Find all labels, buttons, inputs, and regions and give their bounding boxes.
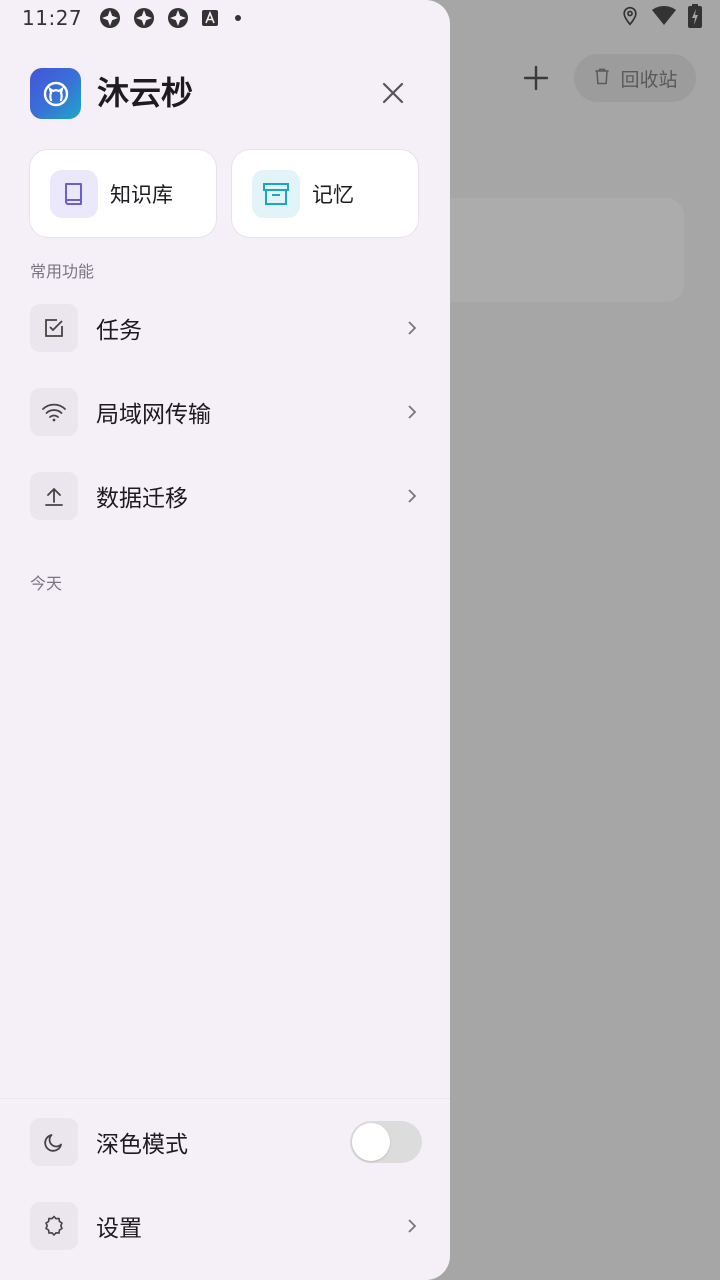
app-logo: [30, 68, 81, 119]
add-icon[interactable]: [520, 62, 552, 94]
archive-icon: [252, 169, 300, 218]
wifi-signal-icon: [652, 5, 676, 27]
book-icon: [50, 169, 98, 218]
menu-item-data-migration[interactable]: 数据迁移: [30, 472, 422, 520]
recycle-bin-button[interactable]: 回收站: [574, 54, 696, 102]
menu-item-label: 数据迁移: [96, 486, 188, 512]
app-name: 沐云杪: [97, 74, 194, 112]
chevron-right-icon: [402, 1216, 422, 1236]
dark-mode-row[interactable]: 深色模式: [30, 1118, 422, 1166]
settings-label: 设置: [96, 1216, 142, 1242]
chevron-right-icon: [402, 318, 422, 338]
wifi-icon: [30, 388, 78, 436]
common-functions-heading: 常用功能: [30, 262, 95, 281]
upload-icon: [30, 472, 78, 520]
status-icons-right: [620, 4, 702, 28]
dark-mode-toggle[interactable]: [350, 1121, 422, 1163]
toggle-knob: [352, 1123, 390, 1161]
moon-icon: [30, 1118, 78, 1166]
menu-item-lan-transfer[interactable]: 局域网传输: [30, 388, 422, 436]
today-heading: 今天: [30, 574, 63, 593]
gear-icon: [30, 1202, 78, 1250]
close-button[interactable]: [374, 74, 412, 112]
background-card: [430, 198, 684, 302]
menu-item-label: 局域网传输: [96, 402, 211, 428]
recycle-bin-label: 回收站: [620, 68, 678, 91]
trash-icon: [592, 66, 612, 91]
menu-item-tasks[interactable]: 任务: [30, 304, 422, 352]
app-notification-icon: [98, 6, 122, 30]
app-notification-icon: [166, 6, 190, 30]
more-notifications-icon: [230, 10, 246, 26]
divider: [0, 1098, 450, 1099]
knowledge-base-card[interactable]: 知识库: [30, 150, 216, 237]
memory-card[interactable]: 记忆: [232, 150, 418, 237]
checkbox-icon: [30, 304, 78, 352]
knowledge-base-label: 知识库: [110, 182, 173, 207]
close-icon: [382, 82, 404, 104]
menu-item-label: 任务: [96, 318, 142, 344]
translate-notification-icon: [200, 8, 220, 28]
dark-mode-label: 深色模式: [96, 1132, 188, 1158]
navigation-drawer: 11:27 沐云杪 知识库 记忆 常用功能 任务 局域网传输 数据迁移 今天 深…: [0, 0, 450, 1280]
github-cat-icon: [43, 81, 68, 106]
chevron-right-icon: [402, 402, 422, 422]
memory-label: 记忆: [312, 182, 354, 207]
status-time: 11:27: [22, 6, 83, 30]
settings-row[interactable]: 设置: [30, 1202, 422, 1250]
battery-icon: [688, 4, 702, 28]
location-icon: [620, 5, 640, 27]
status-bar-left: 11:27: [22, 4, 246, 32]
chevron-right-icon: [402, 486, 422, 506]
app-notification-icon: [132, 6, 156, 30]
